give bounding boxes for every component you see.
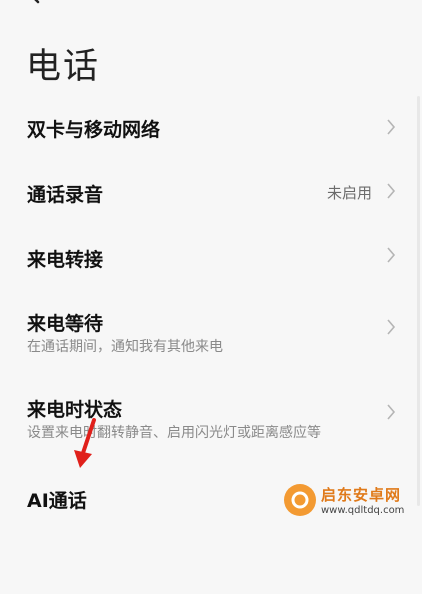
chevron-right-icon [387,404,396,420]
back-arrow-icon[interactable] [22,0,62,10]
settings-item-label: 通话录音 [27,184,104,206]
settings-item-dual-sim[interactable]: 双卡与移动网络 [0,84,422,169]
settings-item-label: 来电转接 [27,249,104,271]
page-title: 电话 [26,47,101,87]
chevron-right-icon [387,119,396,135]
settings-item-call-recording[interactable]: 通话录音 未启用 [0,169,422,254]
watermark: 启东安卓网 www.qdltdq.com [284,482,416,524]
watermark-name: 启东安卓网 [321,486,402,504]
settings-item-label: 双卡与移动网络 [27,119,161,141]
chevron-right-icon [387,319,396,335]
red-arrow-annotation-icon [74,418,96,468]
settings-item-label: 来电等待 [27,313,104,335]
watermark-logo-icon [284,484,316,516]
settings-item-subtitle: 在通话期间，通知我有其他来电 [27,339,223,355]
settings-item-label: AI通话 [27,490,87,512]
chevron-right-icon [387,247,396,263]
settings-item-value: 未启用 [326,184,372,202]
watermark-url: www.qdltdq.com [321,505,405,516]
chevron-right-icon [387,183,396,199]
